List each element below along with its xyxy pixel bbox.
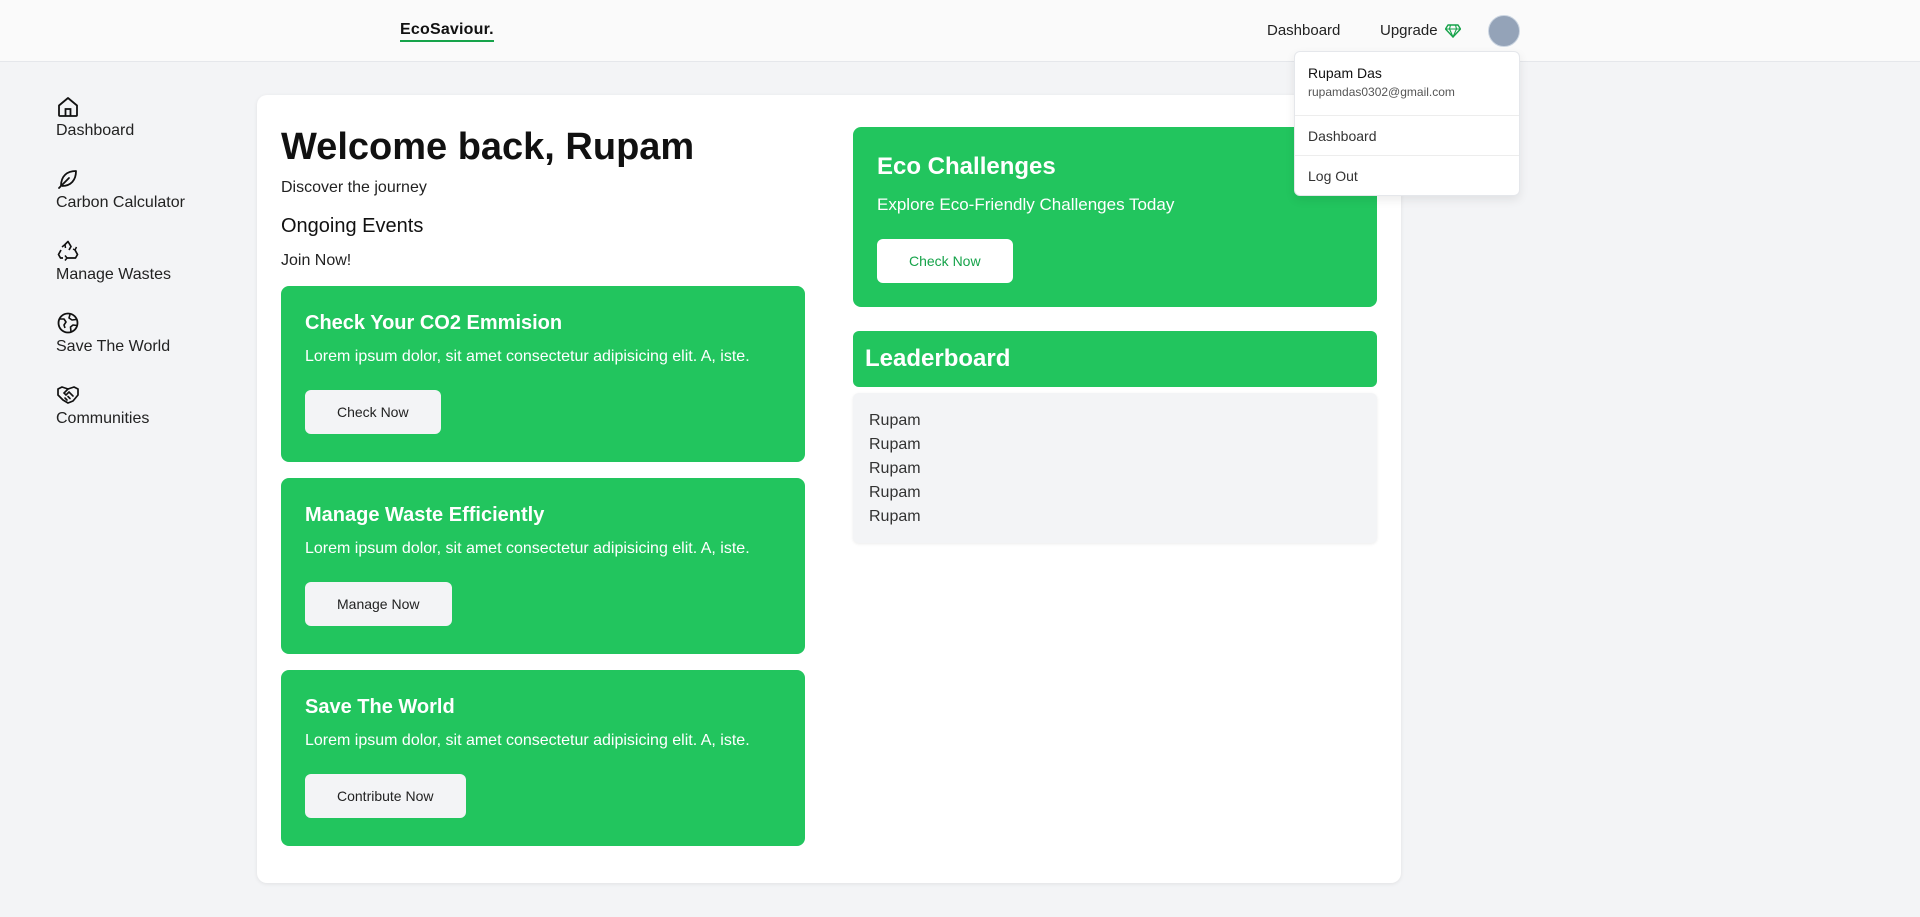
dropdown-user-info: Rupam Das rupamdas0302@gmail.com: [1295, 52, 1519, 116]
sidebar-item-label: Manage Wastes: [56, 266, 172, 283]
event-card-text: Lorem ipsum dolor, sit amet consectetur …: [305, 732, 750, 749]
leaf-icon: [58, 170, 77, 189]
leaderboard-list: Rupam Rupam Rupam Rupam Rupam: [853, 393, 1377, 543]
join-now-text: Join Now!: [281, 252, 352, 269]
event-card-save-world: Save The World Lorem ipsum dolor, sit am…: [281, 670, 805, 846]
event-card-title: Manage Waste Efficiently: [305, 504, 545, 526]
user-avatar[interactable]: [1488, 15, 1520, 47]
diamond-icon: [1444, 23, 1461, 38]
sidebar-item-dashboard[interactable]: Dashboard: [56, 95, 246, 167]
dropdown-user-name: Rupam Das: [1308, 65, 1382, 81]
dropdown-user-email: rupamdas0302@gmail.com: [1308, 85, 1455, 99]
sidebar-item-communities[interactable]: Communities: [56, 383, 246, 455]
nav-dashboard-link[interactable]: Dashboard: [1267, 22, 1340, 39]
page-title: Welcome back, Rupam: [281, 126, 695, 168]
ongoing-events-heading: Ongoing Events: [281, 215, 424, 237]
leaderboard-row: Rupam: [869, 484, 921, 501]
dropdown-item-logout[interactable]: Log Out: [1295, 156, 1519, 196]
sidebar-item-label: Save The World: [56, 338, 171, 355]
event-card-text: Lorem ipsum dolor, sit amet consectetur …: [305, 348, 750, 365]
user-dropdown-menu: Rupam Das rupamdas0302@gmail.com Dashboa…: [1294, 51, 1520, 196]
event-card-title: Check Your CO2 Emmision: [305, 312, 563, 334]
eco-challenges-text: Explore Eco-Friendly Challenges Today: [877, 195, 1175, 214]
check-now-button[interactable]: Check Now: [305, 390, 441, 434]
home-icon: [58, 97, 78, 117]
leaderboard-row: Rupam: [869, 460, 921, 477]
nav-upgrade-label: Upgrade: [1380, 22, 1438, 39]
contribute-now-button[interactable]: Contribute Now: [305, 774, 466, 818]
left-column: Welcome back, Rupam Discover the journey…: [281, 125, 805, 846]
sidebar-item-manage-wastes[interactable]: Manage Wastes: [56, 239, 246, 311]
sidebar: Dashboard Carbon Calculator Manage Waste…: [56, 95, 246, 455]
sidebar-item-label: Communities: [56, 410, 150, 427]
manage-now-button[interactable]: Manage Now: [305, 582, 452, 626]
sidebar-item-carbon-calculator[interactable]: Carbon Calculator: [56, 167, 246, 239]
event-card-waste: Manage Waste Efficiently Lorem ipsum dol…: [281, 478, 805, 654]
leaderboard-row: Rupam: [869, 508, 921, 525]
dropdown-item-dashboard[interactable]: Dashboard: [1295, 116, 1519, 156]
event-card-text: Lorem ipsum dolor, sit amet consectetur …: [305, 540, 750, 557]
top-header: EcoSaviour. Dashboard Upgrade: [0, 0, 1920, 62]
nav-upgrade-link[interactable]: Upgrade: [1380, 22, 1461, 39]
leaderboard-header: Leaderboard: [853, 331, 1377, 387]
handshake-icon: [57, 386, 79, 404]
globe-icon: [57, 312, 79, 334]
sidebar-item-label: Carbon Calculator: [56, 194, 185, 211]
leaderboard-row: Rupam: [869, 436, 921, 453]
eco-challenges-title: Eco Challenges: [877, 153, 1056, 180]
sidebar-item-label: Dashboard: [56, 122, 135, 139]
leaderboard-row: Rupam: [869, 412, 921, 429]
event-card-title: Save The World: [305, 696, 455, 718]
recycle-icon: [57, 240, 79, 261]
eco-check-now-button[interactable]: Check Now: [877, 239, 1013, 283]
main-panel: Welcome back, Rupam Discover the journey…: [257, 95, 1401, 883]
event-card-co2: Check Your CO2 Emmision Lorem ipsum dolo…: [281, 286, 805, 462]
sidebar-item-save-the-world[interactable]: Save The World: [56, 311, 246, 383]
page-subtitle: Discover the journey: [281, 179, 427, 196]
app-logo[interactable]: EcoSaviour.: [400, 21, 494, 42]
